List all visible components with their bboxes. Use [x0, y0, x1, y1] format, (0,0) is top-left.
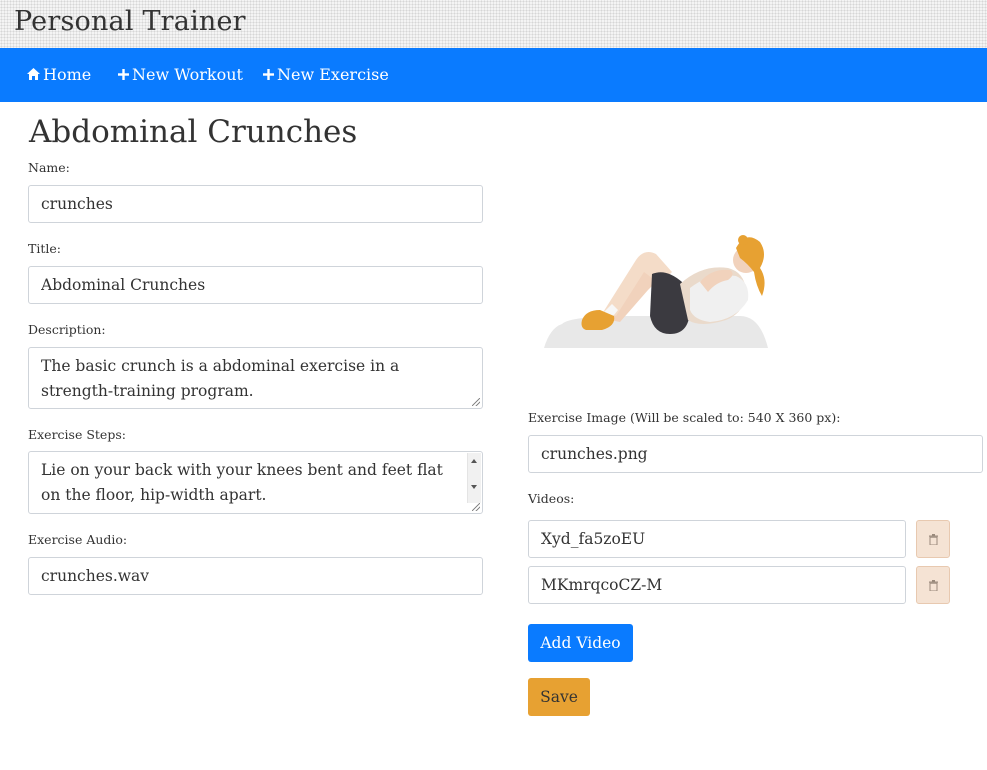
- exercise-steps-textarea[interactable]: Lie on your back with your knees bent an…: [28, 451, 483, 514]
- resize-handle[interactable]: [472, 503, 480, 511]
- app-title: Personal Trainer: [14, 6, 246, 37]
- remove-video-button[interactable]: [916, 566, 950, 604]
- scroll-down-icon[interactable]: [471, 485, 477, 489]
- nav-new-exercise-label: New Exercise: [277, 65, 389, 84]
- nav-home-link[interactable]: Home: [27, 65, 91, 84]
- plus-icon: [263, 67, 274, 83]
- scroll-up-icon[interactable]: [471, 459, 477, 463]
- name-label: Name:: [28, 160, 70, 175]
- plus-icon: [118, 67, 129, 83]
- resize-handle[interactable]: [472, 398, 480, 406]
- nav-new-workout-label: New Workout: [132, 65, 243, 84]
- exercise-audio-label: Exercise Audio:: [28, 532, 128, 547]
- exercise-image-label: Exercise Image (Will be scaled to: 540 X…: [528, 410, 841, 425]
- title-label: Title:: [28, 241, 61, 256]
- exercise-audio-input[interactable]: [28, 557, 483, 595]
- remove-video-button[interactable]: [916, 520, 950, 558]
- trash-icon: [928, 530, 938, 549]
- exercise-image-input[interactable]: [528, 435, 983, 473]
- nav-new-workout-link[interactable]: New Workout: [118, 65, 243, 84]
- nav-home-label: Home: [43, 65, 92, 84]
- videos-label: Videos:: [528, 491, 575, 506]
- nav-new-exercise-link[interactable]: New Exercise: [263, 65, 389, 84]
- exercise-illustration: [544, 235, 768, 348]
- app-header: Personal Trainer: [0, 0, 987, 48]
- save-button[interactable]: Save: [528, 678, 590, 716]
- description-text: The basic crunch is a abdominal exercise…: [41, 357, 405, 400]
- exercise-steps-label: Exercise Steps:: [28, 427, 126, 442]
- video-input[interactable]: [528, 520, 906, 558]
- trash-icon: [928, 576, 938, 595]
- page-title: Abdominal Crunches: [29, 114, 358, 150]
- home-icon: [27, 67, 40, 83]
- add-video-button[interactable]: Add Video: [528, 624, 633, 662]
- description-textarea[interactable]: The basic crunch is a abdominal exercise…: [28, 347, 483, 409]
- name-input[interactable]: [28, 185, 483, 223]
- description-label: Description:: [28, 322, 106, 337]
- exercise-steps-text: Lie on your back with your knees bent an…: [41, 461, 448, 504]
- video-input[interactable]: [528, 566, 906, 604]
- textarea-scrollbar[interactable]: [467, 453, 481, 503]
- main-navbar: Home New Workout New Exercise: [0, 48, 987, 102]
- title-input[interactable]: [28, 266, 483, 304]
